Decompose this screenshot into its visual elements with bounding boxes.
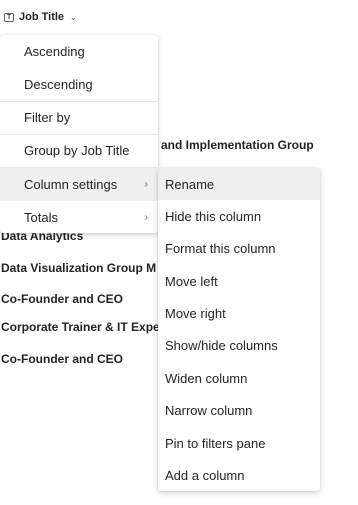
menu-item-label: Format this column xyxy=(165,240,276,256)
table-cell: Co-Founder and CEO xyxy=(1,352,123,366)
menu-item-add-column[interactable]: Add a column xyxy=(158,459,320,491)
table-cell: Data Visualization Group M xyxy=(1,261,157,275)
chevron-right-icon: › xyxy=(144,212,148,223)
table-cell: Co-Founder and CEO xyxy=(1,292,123,306)
text-column-icon: T xyxy=(4,12,14,22)
menu-item-label: Rename xyxy=(165,176,215,192)
menu-item-label: Group by Job Title xyxy=(24,143,130,158)
column-context-menu: Ascending Descending Filter by Group by … xyxy=(0,35,158,233)
menu-item-label: Add a column xyxy=(165,467,245,483)
menu-item-move-right[interactable]: Move right xyxy=(158,297,320,329)
chevron-down-icon[interactable]: ⌄ xyxy=(70,13,77,22)
menu-item-label: Hide this column xyxy=(165,208,262,224)
menu-item-totals[interactable]: Totals › xyxy=(0,201,158,234)
menu-item-label: Ascending xyxy=(24,44,85,59)
menu-item-label: Widen column xyxy=(165,370,248,386)
menu-item-label: Narrow column xyxy=(165,402,253,418)
menu-item-label: Column settings xyxy=(24,177,118,192)
menu-item-pin-to-filters[interactable]: Pin to filters pane xyxy=(158,427,320,459)
column-settings-submenu: Rename Hide this column Format this colu… xyxy=(158,168,320,491)
menu-item-label: Descending xyxy=(24,77,93,92)
chevron-right-icon: › xyxy=(144,179,148,190)
table-cell: Corporate Trainer & IT Expe xyxy=(1,320,160,334)
menu-item-label: Totals xyxy=(24,210,58,225)
menu-item-move-left[interactable]: Move left xyxy=(158,265,320,297)
menu-item-filter-by[interactable]: Filter by xyxy=(0,101,158,134)
column-header-job-title[interactable]: T Job Title ⌄ xyxy=(0,0,358,34)
menu-item-group-by[interactable]: Group by Job Title xyxy=(0,134,158,167)
menu-item-label: Move right xyxy=(165,305,226,321)
menu-item-rename[interactable]: Rename xyxy=(158,168,320,200)
menu-item-label: Move left xyxy=(165,273,218,289)
menu-item-show-hide-columns[interactable]: Show/hide columns xyxy=(158,329,320,361)
menu-item-label: Show/hide columns xyxy=(165,337,278,353)
menu-item-hide-column[interactable]: Hide this column xyxy=(158,200,320,232)
menu-item-narrow-column[interactable]: Narrow column xyxy=(158,394,320,426)
menu-item-label: Pin to filters pane xyxy=(165,435,266,451)
menu-item-descending[interactable]: Descending xyxy=(0,68,158,101)
table-cell: and Implementation Group xyxy=(161,138,314,152)
menu-item-column-settings[interactable]: Column settings › xyxy=(0,168,158,201)
menu-item-widen-column[interactable]: Widen column xyxy=(158,362,320,394)
menu-item-label: Filter by xyxy=(24,110,71,125)
column-header-label: Job Title xyxy=(19,11,65,23)
menu-item-ascending[interactable]: Ascending xyxy=(0,35,158,68)
menu-item-format-column[interactable]: Format this column xyxy=(158,232,320,264)
